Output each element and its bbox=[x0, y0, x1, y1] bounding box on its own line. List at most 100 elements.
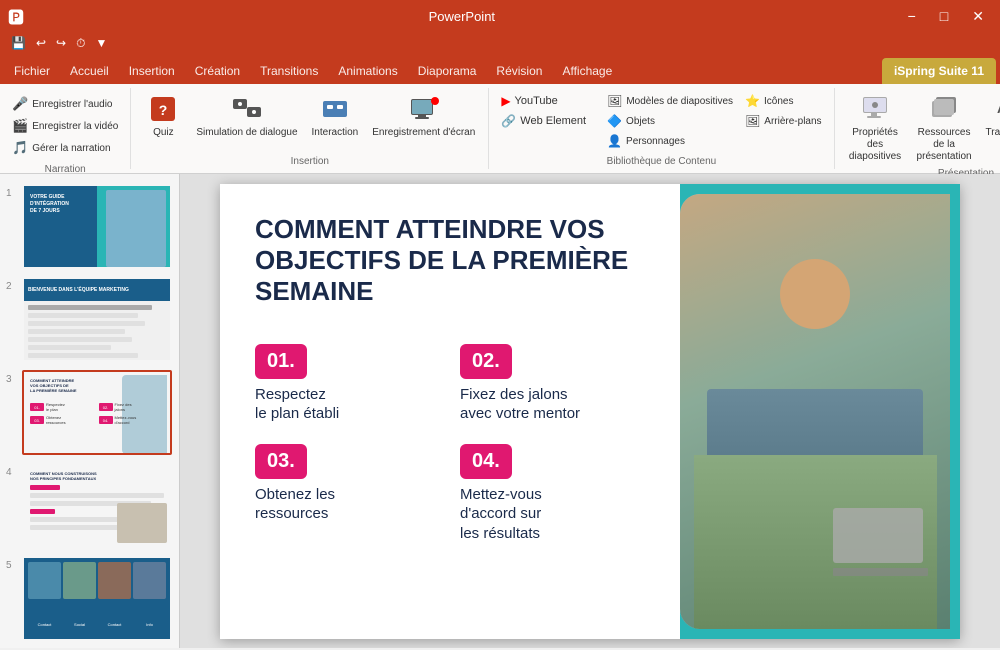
ribbon-group-presentation: Propriétés des diapositives Ressources d… bbox=[835, 88, 1000, 169]
tab-affichage[interactable]: Affichage bbox=[552, 58, 622, 84]
personnages-icon: 👤 bbox=[607, 134, 622, 148]
web-element-button[interactable]: 🔗 Web Element bbox=[497, 112, 590, 130]
point-badge-1: 01. bbox=[255, 344, 307, 379]
close-button[interactable]: ✕ bbox=[964, 6, 992, 27]
ribbon-group-insertion: ? Quiz Simulation de dialogue bbox=[131, 88, 489, 169]
tab-accueil[interactable]: Accueil bbox=[60, 58, 119, 84]
tab-transitions[interactable]: Transitions bbox=[250, 58, 328, 84]
redo-button[interactable]: ↪ bbox=[53, 35, 69, 51]
ressources-button[interactable]: Ressources de la présentation bbox=[912, 90, 977, 166]
objets-icon: 🔷 bbox=[607, 114, 622, 128]
slide-number-4: 4 bbox=[6, 463, 18, 478]
ribbon-group-narration: 🎤 Enregistrer l'audio 🎬 Enregistrer la v… bbox=[0, 88, 131, 169]
slide-image-1: VOTRE GUIDED'INTÉGRATIONDE 7 JOURS bbox=[22, 184, 172, 269]
insertion-buttons: ? Quiz Simulation de dialogue bbox=[139, 90, 480, 154]
tab-ispring[interactable]: iSpring Suite 11 bbox=[882, 58, 996, 84]
traduction-icon: A あ bbox=[993, 93, 1000, 125]
quiz-button[interactable]: ? Quiz bbox=[139, 90, 187, 141]
svg-text:?: ? bbox=[159, 102, 168, 118]
point-text-4: Mettez-vous d'accord sur les résultats bbox=[460, 485, 635, 544]
slide-image-2: BIENVENUE DANS L'ÉQUIPE MARKETING bbox=[22, 277, 172, 362]
slides-panel: 1 VOTRE GUIDED'INTÉGRATIONDE 7 JOURS 2 bbox=[0, 174, 180, 648]
ribbon-group-bibliotheque: ▶ YouTube 🔗 Web Element 🖼 Modèles de dia… bbox=[489, 88, 834, 169]
microphone-icon: 🎤 bbox=[12, 96, 28, 112]
slide-image-3: COMMENT ATTEINDREVOS OBJECTIFS DELA PREM… bbox=[22, 370, 172, 455]
title-bar-left: 🅿 bbox=[8, 4, 24, 28]
slide-thumb-2[interactable]: 2 BIENVENUE DANS L'ÉQUIPE MARKETING bbox=[4, 275, 175, 364]
point-badge-4: 04. bbox=[460, 444, 512, 479]
maximize-button[interactable]: □ bbox=[932, 6, 956, 26]
point-text-3: Obtenez les ressources bbox=[255, 485, 430, 524]
undo-button[interactable]: ↩ bbox=[33, 35, 49, 51]
slide-thumb-4[interactable]: 4 COMMENT NOUS CONSTRUISONSNOS PRINCIPES… bbox=[4, 461, 175, 550]
tab-revision[interactable]: Révision bbox=[486, 58, 552, 84]
tab-creation[interactable]: Création bbox=[185, 58, 250, 84]
narration-col: 🎤 Enregistrer l'audio 🎬 Enregistrer la v… bbox=[8, 90, 122, 162]
simulation-icon bbox=[231, 93, 263, 125]
video-icon: 🎬 bbox=[12, 118, 28, 134]
point-text-1: Respectez le plan établi bbox=[255, 385, 430, 424]
tab-insertion[interactable]: Insertion bbox=[119, 58, 185, 84]
screen-record-icon bbox=[408, 93, 440, 125]
slide-number-3: 3 bbox=[6, 370, 18, 385]
title-bar: 🅿 PowerPoint − □ ✕ bbox=[0, 0, 1000, 32]
quiz-icon: ? bbox=[147, 93, 179, 125]
bibliotheque-label: Bibliothèque de Contenu bbox=[607, 154, 717, 167]
simulation-button[interactable]: Simulation de dialogue bbox=[191, 90, 302, 141]
proprietes-button[interactable]: Propriétés des diapositives bbox=[843, 90, 908, 166]
canvas-area: COMMENT ATTEINDRE VOS OBJECTIFS DE LA PR… bbox=[180, 174, 1000, 648]
personnages-button[interactable]: 👤 Personnages bbox=[603, 132, 737, 150]
manage-icon: 🎵 bbox=[12, 140, 28, 156]
tab-animations[interactable]: Animations bbox=[328, 58, 407, 84]
web-icon: 🔗 bbox=[501, 114, 516, 128]
icones-button[interactable]: ⭐ Icônes bbox=[741, 92, 825, 110]
menu-tabs: Fichier Accueil Insertion Création Trans… bbox=[0, 54, 1000, 84]
traduction-button[interactable]: A あ Traduction bbox=[981, 90, 1000, 141]
slide-thumb-3[interactable]: 3 COMMENT ATTEINDREVOS OBJECTIFS DELA PR… bbox=[4, 368, 175, 457]
youtube-icon: ▶ bbox=[501, 94, 510, 108]
point-badge-3: 03. bbox=[255, 444, 307, 479]
current-slide-canvas: COMMENT ATTEINDRE VOS OBJECTIFS DE LA PR… bbox=[220, 184, 960, 639]
point-badge-2: 02. bbox=[460, 344, 512, 379]
arriereplan-button[interactable]: 🖼 Arrière-plans bbox=[741, 112, 825, 130]
window-controls[interactable]: − □ ✕ bbox=[900, 6, 992, 27]
tab-fichier[interactable]: Fichier bbox=[4, 58, 60, 84]
tab-diaporama[interactable]: Diaporama bbox=[408, 58, 487, 84]
youtube-button[interactable]: ▶ YouTube bbox=[497, 92, 590, 110]
arriereplan-icon: 🖼 bbox=[745, 114, 760, 128]
slide-title: COMMENT ATTEINDRE VOS OBJECTIFS DE LA PR… bbox=[255, 214, 635, 308]
main-area: 1 VOTRE GUIDED'INTÉGRATIONDE 7 JOURS 2 bbox=[0, 174, 1000, 648]
narration-buttons: 🎤 Enregistrer l'audio 🎬 Enregistrer la v… bbox=[8, 90, 122, 162]
modeles-button[interactable]: 🖼 Modèles de diapositives bbox=[603, 92, 737, 110]
slide-image-4: COMMENT NOUS CONSTRUISONSNOS PRINCIPES F… bbox=[22, 463, 172, 548]
slide-point-4: 04. Mettez-vous d'accord sur les résulta… bbox=[460, 444, 635, 544]
enregistrement-button[interactable]: Enregistrement d'écran bbox=[367, 90, 480, 141]
slide-point-2: 02. Fixez des jalons avec votre mentor bbox=[460, 344, 635, 424]
slide-number-5: 5 bbox=[6, 556, 18, 571]
slide-number-1: 1 bbox=[6, 184, 18, 199]
slide-point-3: 03. Obtenez les ressources bbox=[255, 444, 430, 544]
app-icon: 🅿 bbox=[8, 4, 24, 28]
modeles-icon: 🖼 bbox=[607, 94, 622, 108]
timer-button[interactable]: ⏱ bbox=[73, 35, 88, 52]
insertion-label: Insertion bbox=[291, 154, 329, 167]
enregistrer-audio-button[interactable]: 🎤 Enregistrer l'audio bbox=[8, 94, 122, 114]
slide-thumb-5[interactable]: 5 Contact Social Contact bbox=[4, 554, 175, 643]
quick-access-toolbar: 💾 ↩ ↪ ⏱ ▼ bbox=[0, 32, 1000, 54]
slide-thumb-1[interactable]: 1 VOTRE GUIDED'INTÉGRATIONDE 7 JOURS bbox=[4, 182, 175, 271]
proprietes-icon bbox=[859, 93, 891, 125]
minimize-button[interactable]: − bbox=[900, 6, 924, 26]
gerer-narration-button[interactable]: 🎵 Gérer la narration bbox=[8, 138, 122, 158]
bibliotheque-buttons: ▶ YouTube 🔗 Web Element 🖼 Modèles de dia… bbox=[497, 90, 825, 154]
point-text-2: Fixez des jalons avec votre mentor bbox=[460, 385, 635, 424]
save-button[interactable]: 💾 bbox=[8, 35, 29, 51]
objets-button[interactable]: 🔷 Objets bbox=[603, 112, 737, 130]
slide-image-5: Contact Social Contact Info bbox=[22, 556, 172, 641]
quick-access-dropdown[interactable]: ▼ bbox=[92, 35, 110, 51]
interaction-button[interactable]: Interaction bbox=[307, 90, 364, 141]
slide-point-1: 01. Respectez le plan établi bbox=[255, 344, 430, 424]
slide-points-grid: 01. Respectez le plan établi 02. Fixez d… bbox=[255, 344, 635, 544]
icones-icon: ⭐ bbox=[745, 94, 760, 108]
slide-content: COMMENT ATTEINDRE VOS OBJECTIFS DE LA PR… bbox=[220, 184, 960, 639]
enregistrer-video-button[interactable]: 🎬 Enregistrer la vidéo bbox=[8, 116, 122, 136]
